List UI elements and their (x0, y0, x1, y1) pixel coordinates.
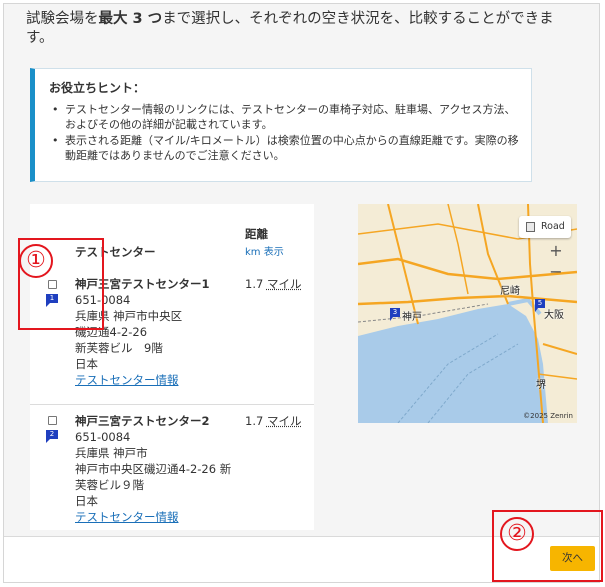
map-pin-number: 3 (390, 308, 400, 317)
distance-value: 1.7 マイル (245, 413, 305, 429)
marker-number: 2 (46, 430, 58, 439)
test-center-info-link[interactable]: テストセンター情報 (75, 509, 235, 525)
map-style-icon (526, 222, 535, 232)
test-center-info-link[interactable]: テストセンター情報 (75, 372, 235, 388)
hint-list: テストセンター情報のリンクには、テストセンターの車椅子対応、駐車場、アクセス方法… (49, 102, 519, 163)
intro-text: 試験会場を最大 3 つまで選択し、それぞれの空き状況を、比較することができます。 (26, 10, 566, 48)
hint-box: お役立ちヒント： テストセンター情報のリンクには、テストセンターの車椅子対応、駐… (30, 68, 532, 182)
select-checkbox[interactable] (48, 416, 57, 425)
center-address: 神戸三宮テストセンター2 651-0084 兵庫県 神戸市 神戸市中央区磯辺通4… (75, 413, 235, 525)
distance-number: 1.7 (245, 277, 264, 291)
center-name: 神戸三宮テストセンター2 (75, 414, 210, 428)
hint-title: お役立ちヒント： (49, 81, 146, 95)
address-line: 新芙蓉ビル 9階 (75, 341, 163, 355)
zoom-out-button[interactable]: − (545, 262, 567, 282)
hint-item: テストセンター情報のリンクには、テストセンターの車椅子対応、駐車場、アクセス方法… (49, 102, 519, 132)
map-view[interactable]: Road + − 神戸 尼崎 大阪 堺 3 5 ©2025 Zenrin (358, 204, 577, 423)
road-button-label: Road (541, 221, 565, 232)
distance-number: 1.7 (245, 414, 264, 428)
column-header-distance: 距離 (245, 227, 268, 241)
hint-item: 表示される距離（マイル/キロメートル）は検索位置の中心点からの直線距離です。実際… (49, 133, 519, 163)
intro-bold: 最大 3 つ (98, 11, 163, 27)
km-toggle-link[interactable]: km 表示 (245, 243, 284, 258)
address-line: 日本 (75, 494, 98, 508)
distance-unit: マイル (266, 414, 302, 428)
list-item: 2 神戸三宮テストセンター2 651-0084 兵庫県 神戸市 神戸市中央区磯辺… (30, 404, 314, 530)
map-label-kobe: 神戸 (402, 312, 422, 323)
map-label-sakai: 堺 (536, 380, 546, 391)
map-copyright: ©2025 Zenrin (523, 412, 573, 420)
map-label-osaka: 大阪 (544, 310, 564, 321)
zoom-in-button[interactable]: + (545, 241, 567, 261)
address-line: 日本 (75, 357, 98, 371)
address-line: 神戸市中央区磯辺通4-2-26 新 (75, 462, 232, 476)
road-view-button[interactable]: Road (519, 216, 571, 238)
address-line: 芙蓉ビル９階 (75, 478, 144, 492)
annotation-number-2: ② (500, 517, 534, 551)
map-label-amagasaki: 尼崎 (500, 286, 520, 297)
map-pin-icon[interactable]: 5 (535, 299, 547, 313)
annotation-number-1: ① (19, 244, 53, 278)
map-marker-icon: 2 (46, 430, 60, 445)
address-line: 651-0084 (75, 430, 131, 444)
intro-pre: 試験会場を (26, 11, 99, 27)
map-pin-icon[interactable]: 3 (390, 308, 402, 322)
map-pin-number: 5 (535, 299, 545, 308)
address-line: 兵庫県 神戸市 (75, 446, 148, 460)
distance-value: 1.7 マイル (245, 276, 305, 292)
distance-unit: マイル (266, 277, 302, 291)
